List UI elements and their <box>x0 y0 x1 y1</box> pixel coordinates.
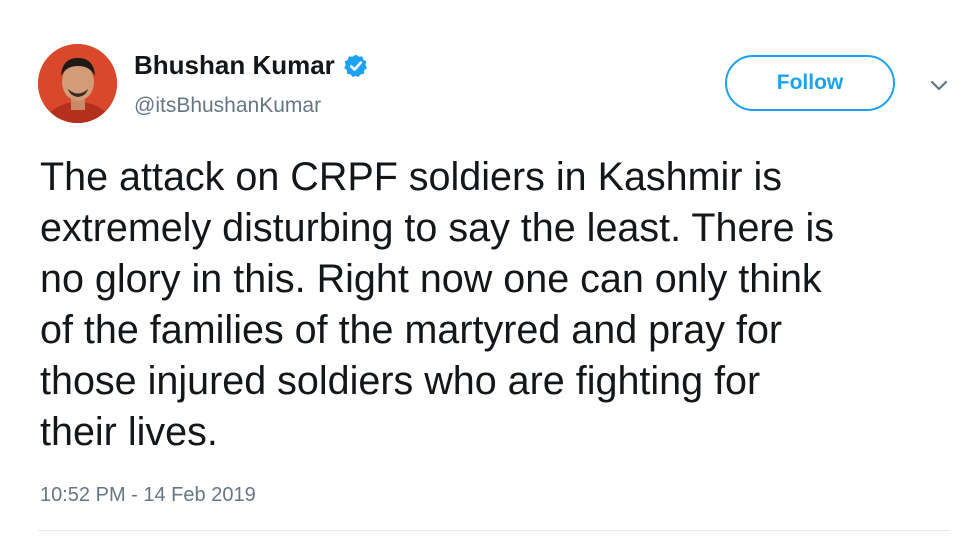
tweet-card: Bhushan Kumar @itsBhushanKumar Follow Th… <box>0 0 970 545</box>
follow-button[interactable]: Follow <box>725 55 895 111</box>
chevron-down-icon[interactable] <box>926 76 952 96</box>
author-display-name[interactable]: Bhushan Kumar <box>134 50 369 81</box>
tweet-timestamp[interactable]: 10:52 PM - 14 Feb 2019 <box>40 484 256 507</box>
tweet-text: The attack on CRPF soldiers in Kashmir i… <box>40 155 835 454</box>
author-handle[interactable]: @itsBhushanKumar <box>134 94 321 118</box>
avatar-image <box>38 44 117 123</box>
avatar[interactable] <box>38 44 117 123</box>
verified-badge-icon <box>343 53 369 79</box>
divider <box>38 530 950 531</box>
display-name-text: Bhushan Kumar <box>134 50 335 80</box>
